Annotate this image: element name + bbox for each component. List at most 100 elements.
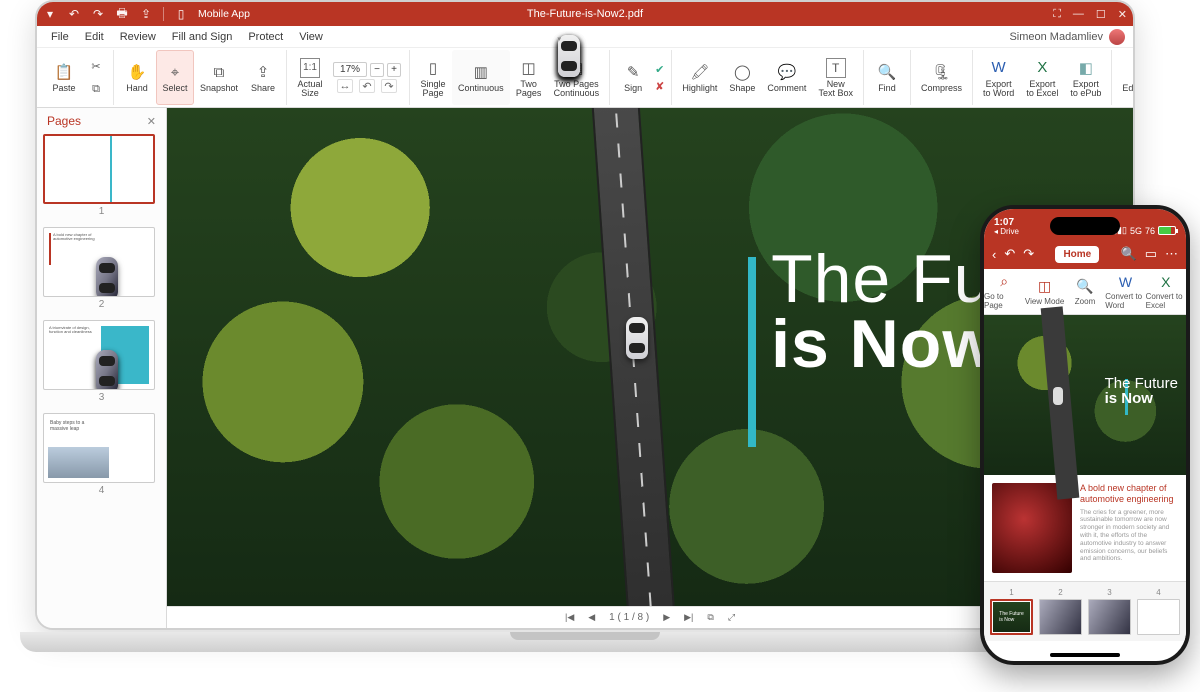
sidebar-header: Pages ✕ bbox=[37, 108, 166, 134]
phone-search-icon[interactable]: 🔍 bbox=[1121, 246, 1137, 262]
cross-icon[interactable]: ✘ bbox=[655, 80, 664, 93]
expand-icon[interactable]: ⛶ bbox=[1053, 8, 1061, 21]
zoom-value[interactable]: 17% bbox=[333, 62, 367, 77]
menu-fill-sign[interactable]: Fill and Sign▾ bbox=[164, 31, 241, 43]
next-page-icon[interactable]: ▶ bbox=[663, 612, 670, 623]
document-title: The-Future-is-Now2.pdf bbox=[527, 8, 643, 20]
phone-thumb-4[interactable]: 4 bbox=[1137, 588, 1180, 635]
pages-sidebar: Pages ✕ The Futureis Now 1 A bold new ch… bbox=[37, 108, 167, 628]
mobile-app-label[interactable]: Mobile App bbox=[198, 8, 250, 20]
phone-tab-home[interactable]: Home▾ bbox=[1055, 246, 1099, 263]
phone-redo-icon[interactable]: ↷ bbox=[1023, 246, 1034, 262]
new-text-box-button[interactable]: TNew Text Box bbox=[812, 50, 859, 105]
phone-article-text: A bold new chapter of automotive enginee… bbox=[1080, 483, 1178, 573]
redo-icon[interactable]: ↷ bbox=[91, 7, 105, 21]
copy-icon[interactable]: ⧉ bbox=[86, 79, 106, 99]
select-tool[interactable]: ⌖Select bbox=[156, 50, 194, 105]
status-back-app[interactable]: Drive bbox=[1000, 227, 1019, 236]
thumbnail-4[interactable]: Baby steps to a massive leap 4 bbox=[43, 413, 160, 502]
avatar bbox=[1109, 29, 1125, 45]
check-icon[interactable]: ✔ bbox=[655, 63, 664, 76]
window-controls: ⛶ — ☐ ✕ bbox=[1053, 8, 1127, 21]
last-page-icon[interactable]: ▶| bbox=[684, 612, 693, 623]
phone-toolbar: ‹ ↶ ↷ Home▾ 🔍 ▭ ⋯ bbox=[984, 239, 1186, 269]
export-excel-button[interactable]: XExport to Excel bbox=[1020, 50, 1064, 105]
sidebar-title: Pages bbox=[47, 114, 81, 128]
thumbnail-list: The Futureis Now 1 A bold new chapter of… bbox=[37, 134, 166, 628]
cut-icon[interactable]: ✂ bbox=[86, 56, 106, 76]
app-body: Pages ✕ The Futureis Now 1 A bold new ch… bbox=[37, 108, 1133, 628]
actual-size-button[interactable]: 1:1Actual Size bbox=[291, 50, 329, 105]
user-account[interactable]: Simeon Madamliev bbox=[1009, 29, 1125, 45]
sidebar-close-icon[interactable]: ✕ bbox=[147, 115, 156, 128]
share-icon[interactable]: ⇪ bbox=[139, 7, 153, 21]
thumbnail-1[interactable]: The Futureis Now 1 bbox=[43, 134, 160, 223]
thumbnail-2[interactable]: A bold new chapter of automotive enginee… bbox=[43, 227, 160, 316]
page-options-icon[interactable]: ⧉ bbox=[707, 612, 713, 623]
paste-button[interactable]: 📋Paste▾ bbox=[45, 50, 83, 105]
thumbnail-3[interactable]: A triumvirate of design, function and cl… bbox=[43, 320, 160, 409]
maximize-icon[interactable]: ☐ bbox=[1096, 8, 1106, 21]
phone-car-graphic bbox=[1053, 387, 1063, 405]
snapshot-tool[interactable]: ⧉Snapshot bbox=[194, 50, 244, 105]
export-epub-button[interactable]: ◧Export to ePub bbox=[1064, 50, 1107, 105]
phone-thumb-2[interactable]: 2 bbox=[1039, 588, 1082, 635]
battery-icon bbox=[1158, 226, 1176, 235]
app-menu-icon[interactable]: ▾ bbox=[43, 7, 57, 21]
mobile-icon[interactable]: ▯ bbox=[174, 7, 188, 21]
menu-file[interactable]: File bbox=[43, 31, 77, 43]
phone-zoom[interactable]: 🔍Zoom bbox=[1065, 269, 1105, 314]
phone-thumb-3[interactable]: 3 bbox=[1088, 588, 1131, 635]
zoom-in-button[interactable]: + bbox=[387, 63, 401, 77]
menu-review[interactable]: Review▾ bbox=[112, 31, 164, 43]
edit-pdf-button[interactable]: ◆Edit PDF bbox=[1116, 50, 1135, 105]
export-word-button[interactable]: WExport to Word bbox=[977, 50, 1020, 105]
compress-button[interactable]: 🗜Compress bbox=[915, 50, 968, 105]
menu-protect[interactable]: Protect▾ bbox=[240, 31, 291, 43]
phone-goto-page[interactable]: ⌕Go to Page bbox=[984, 269, 1024, 314]
phone-back-icon[interactable]: ‹ bbox=[992, 247, 996, 262]
car-graphic bbox=[626, 317, 648, 359]
menu-view[interactable]: View▾ bbox=[291, 31, 331, 43]
phone-undo-icon[interactable]: ↶ bbox=[1004, 246, 1015, 262]
two-pages-button[interactable]: ◫Two Pages bbox=[510, 50, 548, 105]
highlight-button[interactable]: 🖍Highlight▾ bbox=[676, 50, 723, 105]
phone-device: 1:07 ◂ Drive ▮▮▯ 5G 76 ‹ ↶ ↷ Home▾ 🔍 ▭ ⋯… bbox=[980, 205, 1190, 665]
phone-convert-excel[interactable]: XConvert to Excel bbox=[1146, 269, 1186, 314]
fullscreen-icon[interactable]: ⤢ bbox=[728, 612, 735, 623]
laptop-screen: ▾ ↶ ↷ 🖶 ⇪ ▯ Mobile App The-Future-is-Now… bbox=[35, 0, 1135, 630]
user-name: Simeon Madamliev bbox=[1009, 31, 1103, 43]
shape-button[interactable]: ◯Shape▾ bbox=[723, 50, 761, 105]
battery-pct: 76 bbox=[1145, 226, 1155, 236]
phone-thumbnail-strip: 1The Futureis Now 2 3 4 bbox=[984, 581, 1186, 641]
find-button[interactable]: 🔍Find bbox=[868, 50, 906, 105]
undo-icon[interactable]: ↶ bbox=[67, 7, 81, 21]
hero-accent-bar bbox=[748, 257, 756, 446]
phone-home-indicator[interactable] bbox=[1050, 653, 1120, 657]
close-icon[interactable]: ✕ bbox=[1118, 8, 1127, 21]
first-page-icon[interactable]: |◀ bbox=[565, 612, 574, 623]
phone-article-preview[interactable]: A bold new chapter of automotive enginee… bbox=[984, 475, 1186, 581]
continuous-button[interactable]: ▥Continuous bbox=[452, 50, 510, 105]
print-icon[interactable]: 🖶 bbox=[115, 7, 129, 21]
prev-page-icon[interactable]: ◀ bbox=[588, 612, 595, 623]
rotate-right-icon[interactable]: ↷ bbox=[381, 79, 397, 93]
zoom-control: 17% − + ↔ ↶ ↷ bbox=[329, 50, 405, 105]
phone-convert-word[interactable]: WConvert to Word bbox=[1105, 269, 1145, 314]
phone-page-view[interactable]: The Future is Now bbox=[984, 315, 1186, 475]
phone-more-icon[interactable]: ⋯ bbox=[1165, 246, 1178, 262]
rotate-left-icon[interactable]: ↶ bbox=[359, 79, 375, 93]
single-page-button[interactable]: ▯Single Page bbox=[414, 50, 452, 105]
phone-tool-row: ⌕Go to Page ◫View Mode 🔍Zoom WConvert to… bbox=[984, 269, 1186, 315]
phone-thumb-1[interactable]: 1The Futureis Now bbox=[990, 588, 1033, 635]
menu-edit[interactable]: Edit▾ bbox=[77, 31, 112, 43]
separator bbox=[163, 7, 164, 21]
fit-width-icon[interactable]: ↔ bbox=[337, 79, 353, 93]
zoom-out-button[interactable]: − bbox=[370, 63, 384, 77]
hand-tool[interactable]: ✋Hand bbox=[118, 50, 156, 105]
comment-button[interactable]: 💬Comment bbox=[761, 50, 812, 105]
sign-button[interactable]: ✎Sign▾ bbox=[614, 50, 652, 105]
phone-read-icon[interactable]: ▭ bbox=[1145, 246, 1157, 262]
minimize-icon[interactable]: — bbox=[1073, 8, 1084, 20]
share-button[interactable]: ⇪Share▾ bbox=[244, 50, 282, 105]
